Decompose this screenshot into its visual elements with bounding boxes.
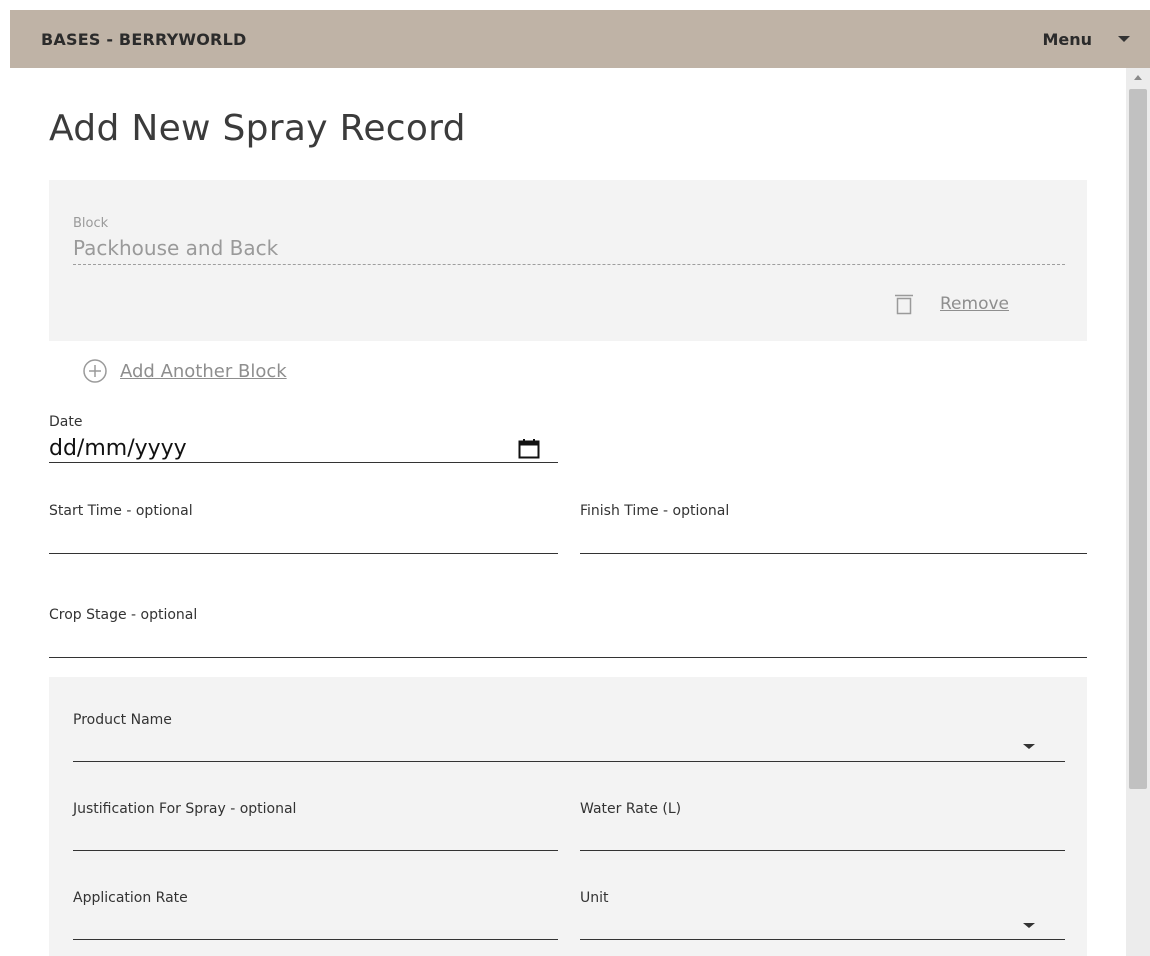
product-panel: Product Name Justification For Spray - o…: [49, 677, 1087, 956]
menu-button[interactable]: Menu: [1042, 24, 1130, 54]
remove-block-button[interactable]: Remove: [892, 292, 1009, 316]
product-name-label: Product Name: [73, 712, 172, 728]
plus-circle-icon: [83, 359, 107, 383]
finish-time-input[interactable]: [580, 552, 1087, 554]
menu-label: Menu: [1042, 29, 1092, 49]
chevron-down-icon: [1118, 36, 1130, 42]
scrollbar[interactable]: [1126, 68, 1150, 956]
block-underline: [73, 264, 1065, 265]
finish-time-label: Finish Time - optional: [580, 503, 730, 519]
remove-label: Remove: [940, 294, 1009, 314]
chevron-down-icon[interactable]: [1023, 744, 1035, 749]
application-rate-input[interactable]: [73, 938, 558, 940]
block-panel: Block Packhouse and Back Remove: [49, 180, 1087, 341]
chevron-down-icon[interactable]: [1023, 923, 1035, 928]
crop-stage-label: Crop Stage - optional: [49, 607, 198, 623]
left-gutter: [0, 0, 10, 956]
app-header: BASES - BERRYWORLD Menu: [10, 10, 1150, 68]
date-label: Date: [49, 414, 83, 430]
start-time-input[interactable]: [49, 552, 558, 554]
product-name-select[interactable]: [73, 760, 1065, 762]
app-title: BASES - BERRYWORLD: [41, 30, 247, 49]
add-another-block-label: Add Another Block: [120, 360, 287, 382]
unit-label: Unit: [580, 890, 609, 906]
date-placeholder: dd/mm/yyyy: [49, 436, 187, 461]
start-time-label: Start Time - optional: [49, 503, 193, 519]
page-title: Add New Spray Record: [49, 108, 466, 149]
scroll-thumb[interactable]: [1129, 89, 1147, 789]
block-label: Block: [73, 216, 109, 231]
water-rate-input[interactable]: [580, 849, 1065, 851]
date-input[interactable]: dd/mm/yyyy: [49, 434, 558, 463]
scroll-up-arrow-icon[interactable]: [1134, 75, 1142, 80]
crop-stage-input[interactable]: [49, 656, 1087, 658]
add-another-block-button[interactable]: Add Another Block: [82, 358, 287, 384]
block-value[interactable]: Packhouse and Back: [73, 236, 278, 260]
justification-input[interactable]: [73, 849, 558, 851]
calendar-icon[interactable]: [518, 438, 540, 460]
application-rate-label: Application Rate: [73, 890, 188, 906]
trash-icon: [895, 294, 913, 315]
unit-select[interactable]: [580, 938, 1065, 940]
water-rate-label: Water Rate (L): [580, 801, 682, 817]
justification-label: Justification For Spray - optional: [73, 801, 297, 817]
